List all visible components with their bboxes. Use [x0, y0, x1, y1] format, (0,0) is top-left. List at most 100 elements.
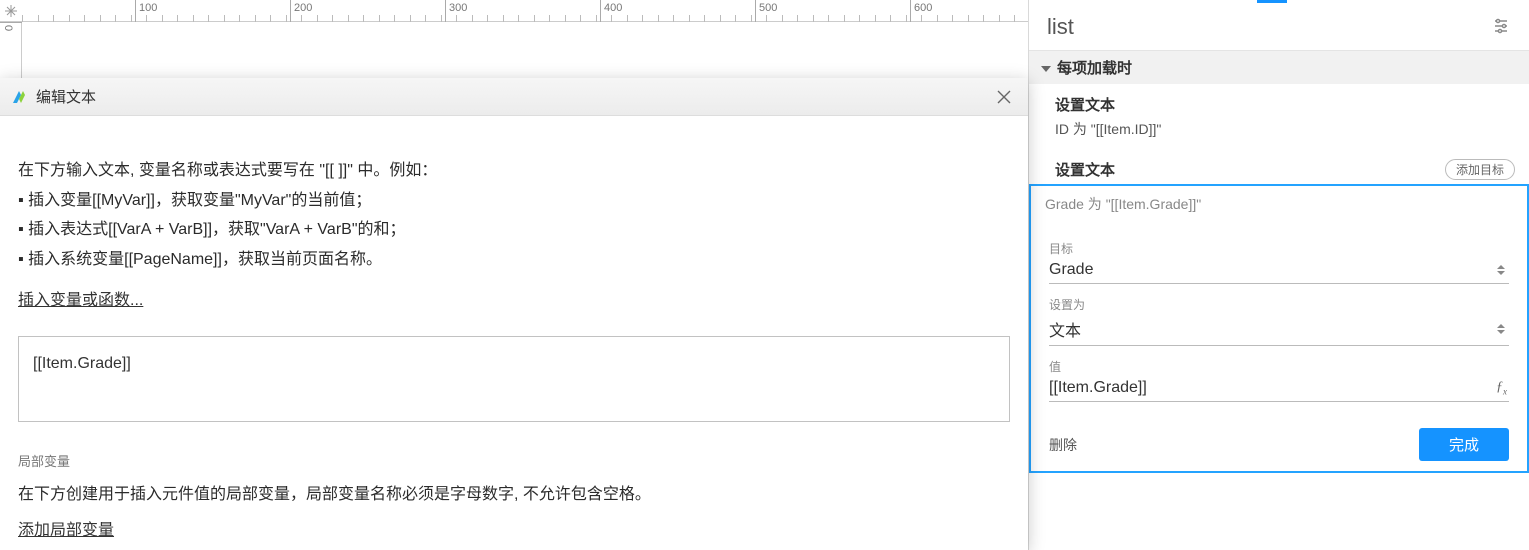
- ruler-tick-label: 200: [290, 0, 312, 22]
- ruler-tick-minor: [53, 15, 54, 22]
- ruler-tick-minor: [115, 15, 116, 22]
- instr-example: ▪ 插入变量[[MyVar]]，获取变量"MyVar"的当前值；: [18, 186, 1010, 216]
- ruler-origin-icon: [0, 0, 22, 22]
- ruler-tick-minor: [580, 15, 581, 22]
- ruler-tick-minor: [859, 15, 860, 22]
- ruler-tick-minor: [69, 15, 70, 22]
- sliders-icon[interactable]: [1491, 16, 1511, 39]
- ruler-tick-minor: [38, 15, 39, 22]
- interactions-panel: list 每项加载时 设置文本 ID 为 "[[Item.ID]]" 设置文本 …: [1028, 0, 1529, 550]
- ruler-tick-minor: [937, 15, 938, 22]
- ruler-tick-minor: [642, 15, 643, 22]
- close-icon[interactable]: [990, 83, 1018, 111]
- ruler-tick-minor: [472, 15, 473, 22]
- dialog-header[interactable]: 编辑文本: [0, 78, 1028, 116]
- target-select[interactable]: Grade: [1049, 257, 1509, 284]
- form-footer: 删除 完成: [1049, 428, 1509, 461]
- ruler-tick-minor: [22, 15, 23, 22]
- widget-name[interactable]: list: [1047, 14, 1074, 40]
- ruler-tick-minor: [425, 15, 426, 22]
- ruler-tick-minor: [177, 15, 178, 22]
- active-tab-indicator: [1257, 0, 1287, 3]
- ruler-tick-minor: [503, 15, 504, 22]
- vertical-ruler: 0: [0, 22, 22, 82]
- setto-select[interactable]: 文本: [1049, 313, 1509, 346]
- instr-example: ▪ 插入表达式[[VarA + VarB]]，获取"VarA + VarB"的和…: [18, 215, 1010, 245]
- widget-name-row: list: [1029, 0, 1529, 50]
- ruler-tick-minor: [193, 15, 194, 22]
- ruler-tick-minor: [162, 15, 163, 22]
- value-input[interactable]: [[Item.Grade]] ƒx: [1049, 375, 1509, 402]
- value-text: [[Item.Grade]]: [1049, 379, 1147, 396]
- local-vars-hint: 在下方创建用于插入元件值的局部变量，局部变量名称必须是字母数字, 不允许包含空格…: [18, 480, 1010, 510]
- action-description: Grade 为 "[[Item.Grade]]": [1031, 186, 1527, 224]
- action-config-form: 目标 Grade 设置为 文本 值 [[Item.Grade]] ƒx 删除: [1031, 224, 1527, 471]
- ruler-tick-minor: [704, 15, 705, 22]
- edit-text-dialog: 编辑文本 在下方输入文本, 变量名称或表达式要写在 "[[ ]]" 中。例如： …: [0, 78, 1028, 550]
- ruler-tick-minor: [813, 15, 814, 22]
- ruler-tick-minor: [828, 15, 829, 22]
- ruler-tick-minor: [255, 15, 256, 22]
- ruler-tick-minor: [84, 15, 85, 22]
- ruler-tick-label: 400: [600, 0, 622, 22]
- ruler-tick-minor: [999, 15, 1000, 22]
- ruler-tick-minor: [890, 15, 891, 22]
- select-updown-icon: [1497, 321, 1507, 337]
- action-description: ID 为 "[[Item.ID]]": [1029, 119, 1529, 149]
- ruler-tick-minor: [270, 15, 271, 22]
- ruler-tick-minor: [844, 15, 845, 22]
- local-vars-heading: 局部变量: [18, 450, 1010, 474]
- dialog-title: 编辑文本: [36, 86, 96, 107]
- ruler-tick-minor: [673, 15, 674, 22]
- ruler-tick-minor: [782, 15, 783, 22]
- ruler-tick-minor: [286, 15, 287, 22]
- expression-input[interactable]: [[Item.Grade]]: [18, 336, 1010, 422]
- actions-scroll: 设置文本 ID 为 "[[Item.ID]]" 设置文本 添加目标 Grade …: [1029, 84, 1529, 550]
- add-local-var-link[interactable]: 添加局部变量: [18, 516, 114, 546]
- setto-value: 文本: [1049, 323, 1081, 340]
- ruler-tick-minor: [1014, 15, 1015, 22]
- action-title: 设置文本: [1029, 84, 1529, 119]
- event-heading[interactable]: 每项加载时: [1029, 50, 1529, 84]
- dialog-body: 在下方输入文本, 变量名称或表达式要写在 "[[ ]]" 中。例如： ▪ 插入变…: [0, 116, 1028, 550]
- setto-label: 设置为: [1049, 296, 1509, 313]
- ruler-tick-minor: [363, 15, 364, 22]
- design-canvas[interactable]: [22, 22, 1028, 82]
- event-heading-label: 每项加载时: [1057, 57, 1132, 78]
- ruler-tick-minor: [751, 15, 752, 22]
- ruler-tick-minor: [239, 15, 240, 22]
- done-button[interactable]: 完成: [1419, 428, 1509, 461]
- ruler-tick-minor: [906, 15, 907, 22]
- target-label: 目标: [1049, 240, 1509, 257]
- chevron-down-icon: [1041, 66, 1051, 72]
- ruler-tick-minor: [208, 15, 209, 22]
- ruler-tick-minor: [549, 15, 550, 22]
- insert-var-or-fn-link[interactable]: 插入变量或函数...: [18, 286, 143, 316]
- ruler-tick-minor: [658, 15, 659, 22]
- target-value: Grade: [1049, 261, 1093, 278]
- add-target-button[interactable]: 添加目标: [1445, 159, 1515, 180]
- ruler-tick-minor: [689, 15, 690, 22]
- action-set-text-grade-header[interactable]: 设置文本 添加目标: [1029, 149, 1529, 184]
- app-logo-icon: [10, 88, 28, 106]
- ruler-tick-minor: [379, 15, 380, 22]
- instructions-text: 在下方输入文本, 变量名称或表达式要写在 "[[ ]]" 中。例如： ▪ 插入变…: [18, 156, 1010, 274]
- ruler-tick-minor: [317, 15, 318, 22]
- ruler-tick-minor: [720, 15, 721, 22]
- ruler-tick-minor: [518, 15, 519, 22]
- ruler-tick-minor: [875, 15, 876, 22]
- ruler-tick-minor: [968, 15, 969, 22]
- ruler-tick-minor: [441, 15, 442, 22]
- action-set-text-id[interactable]: 设置文本 ID 为 "[[Item.ID]]": [1029, 84, 1529, 149]
- ruler-tick-minor: [487, 15, 488, 22]
- ruler-tick-minor: [394, 15, 395, 22]
- ruler-tick-minor: [565, 15, 566, 22]
- ruler-ticks: 100200300400500600: [22, 0, 1028, 22]
- instr-intro: 在下方输入文本, 变量名称或表达式要写在 "[[ ]]" 中。例如：: [18, 156, 1010, 186]
- ruler-tick-label: 0: [0, 22, 22, 31]
- delete-action-link[interactable]: 删除: [1049, 435, 1077, 455]
- ruler-tick-minor: [983, 15, 984, 22]
- ruler-tick-label: 500: [755, 0, 777, 22]
- ruler-tick-minor: [131, 15, 132, 22]
- fx-icon[interactable]: ƒx: [1496, 380, 1507, 397]
